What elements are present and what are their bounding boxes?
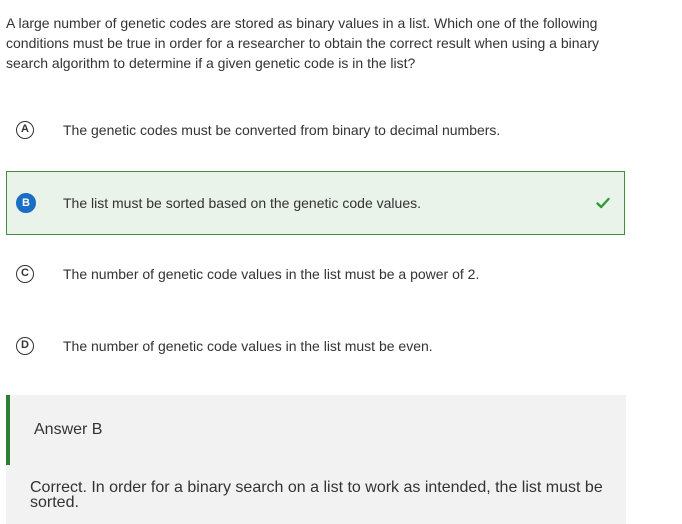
question-text: A large number of genetic codes are stor… bbox=[6, 15, 599, 71]
option-a[interactable]: A The genetic codes must be converted fr… bbox=[6, 99, 625, 161]
check-icon bbox=[596, 197, 610, 209]
answer-explanation: Correct. In order for a binary search on… bbox=[30, 479, 603, 511]
option-b-letter-badge: B bbox=[16, 193, 36, 213]
answer-label: Answer B bbox=[34, 421, 103, 438]
option-c[interactable]: C The number of genetic code values in t… bbox=[6, 243, 625, 305]
option-a-letter-badge: A bbox=[16, 121, 34, 139]
option-b-text: The list must be sorted based on the gen… bbox=[63, 195, 421, 211]
option-d-letter-badge: D bbox=[16, 337, 34, 355]
option-b[interactable]: B The list must be sorted based on the g… bbox=[6, 171, 625, 235]
option-a-text: The genetic codes must be converted from… bbox=[63, 122, 501, 138]
answer-accent-bar bbox=[6, 395, 10, 465]
option-c-letter-badge: C bbox=[16, 265, 34, 283]
option-c-text: The number of genetic code values in the… bbox=[63, 266, 480, 282]
answer-panel: Answer B Correct. In order for a binary … bbox=[6, 395, 626, 524]
option-d-text: The number of genetic code values in the… bbox=[63, 338, 433, 354]
option-d[interactable]: D The number of genetic code values in t… bbox=[6, 315, 625, 377]
